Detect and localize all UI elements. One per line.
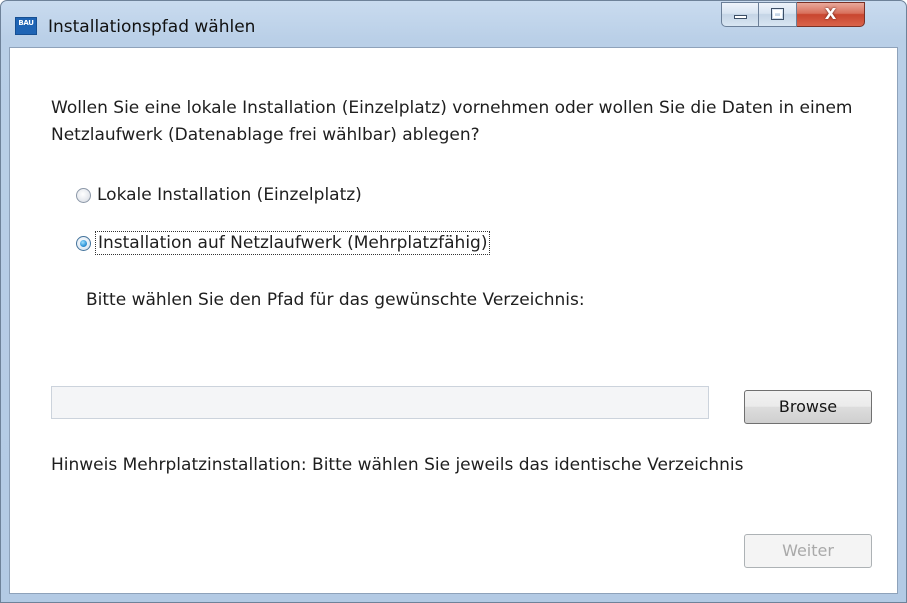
- app-icon: BAU: [15, 17, 37, 35]
- option-network-label[interactable]: Installation auf Netzlaufwerk (Mehrplatz…: [94, 231, 491, 255]
- caption-buttons: X: [721, 2, 901, 27]
- dialog-window: BAU Installationspfad wählen X Wollen Si…: [0, 0, 907, 603]
- title-bar[interactable]: BAU Installationspfad wählen X: [1, 1, 906, 47]
- close-button[interactable]: X: [797, 2, 865, 27]
- radio-network[interactable]: [76, 235, 91, 251]
- window-title: Installationspfad wählen: [48, 17, 256, 37]
- minimize-button[interactable]: [721, 2, 759, 27]
- maximize-icon: [771, 8, 784, 20]
- option-local[interactable]: Lokale Installation (Einzelplatz): [76, 185, 362, 205]
- browse-button[interactable]: Browse: [744, 390, 872, 424]
- path-prompt: Bitte wählen Sie den Pfad für das gewüns…: [86, 290, 585, 310]
- hint-text: Hinweis Mehrplatzinstallation: Bitte wäh…: [51, 455, 744, 475]
- radio-local[interactable]: [76, 187, 91, 203]
- path-input[interactable]: [51, 386, 709, 419]
- option-local-label[interactable]: Lokale Installation (Einzelplatz): [97, 185, 362, 205]
- question-text: Wollen Sie eine lokale Installation (Ein…: [51, 98, 853, 145]
- minimize-icon: [734, 15, 747, 19]
- maximize-button[interactable]: [759, 2, 797, 27]
- close-icon: X: [824, 5, 837, 23]
- dialog-content: Wollen Sie eine lokale Installation (Ein…: [9, 47, 898, 594]
- next-button[interactable]: Weiter: [744, 534, 872, 568]
- option-network[interactable]: Installation auf Netzlaufwerk (Mehrplatz…: [76, 231, 491, 255]
